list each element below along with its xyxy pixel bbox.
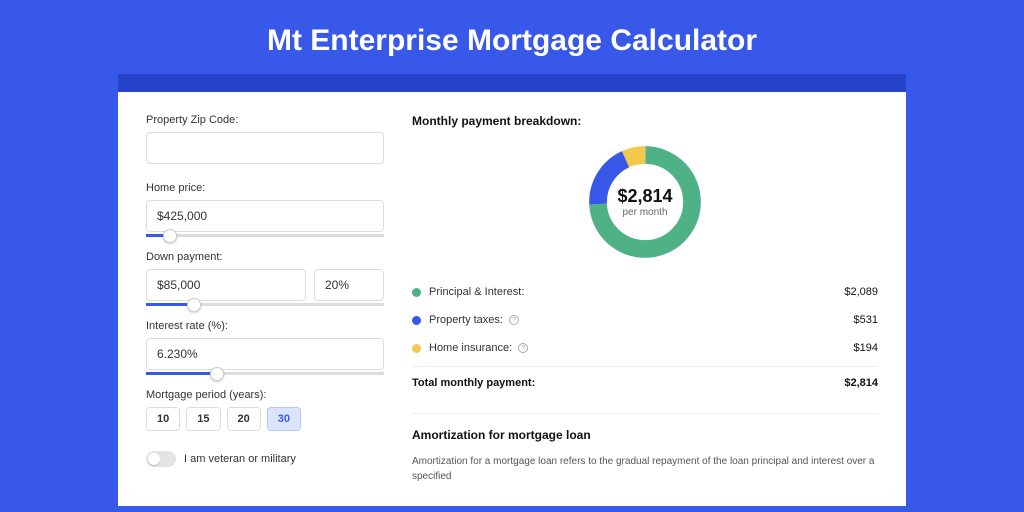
info-icon[interactable]: ? — [518, 343, 528, 353]
legend-dot-taxes — [412, 316, 421, 325]
breakdown-label-text: Property taxes: — [429, 314, 503, 326]
home-price-group: Home price: — [146, 182, 384, 237]
breakdown-label: Property taxes: ? — [429, 314, 854, 326]
breakdown-value: $531 — [854, 314, 878, 326]
down-payment-amount-input[interactable] — [146, 269, 306, 301]
form-column: Property Zip Code: Home price: Down paym… — [146, 114, 384, 484]
down-payment-group: Down payment: — [146, 251, 384, 306]
amortization-text: Amortization for a mortgage loan refers … — [412, 454, 878, 484]
veteran-toggle-row: I am veteran or military — [146, 451, 384, 467]
period-option-10[interactable]: 10 — [146, 407, 180, 431]
interest-rate-group: Interest rate (%): — [146, 320, 384, 375]
down-payment-slider[interactable] — [146, 303, 384, 306]
slider-thumb[interactable] — [210, 367, 224, 381]
breakdown-row-principal: Principal & Interest: $2,089 — [412, 278, 878, 306]
total-value: $2,814 — [844, 377, 878, 389]
legend-dot-insurance — [412, 344, 421, 353]
period-group: Mortgage period (years): 10 15 20 30 — [146, 389, 384, 431]
breakdown-value: $2,089 — [844, 286, 878, 298]
veteran-label: I am veteran or military — [184, 453, 296, 465]
down-payment-percent-input[interactable] — [314, 269, 384, 301]
slider-thumb[interactable] — [187, 298, 201, 312]
donut-chart: $2,814 per month — [412, 140, 878, 264]
amortization-section: Amortization for mortgage loan Amortizat… — [412, 413, 878, 484]
amortization-heading: Amortization for mortgage loan — [412, 428, 878, 442]
zip-label: Property Zip Code: — [146, 114, 384, 126]
breakdown-heading: Monthly payment breakdown: — [412, 114, 878, 128]
breakdown-label-text: Home insurance: — [429, 342, 512, 354]
breakdown-column: Monthly payment breakdown: $2,814 per mo… — [412, 114, 878, 484]
period-option-20[interactable]: 20 — [227, 407, 261, 431]
zip-group: Property Zip Code: — [146, 114, 384, 164]
breakdown-row-insurance: Home insurance: ? $194 — [412, 334, 878, 362]
period-option-30[interactable]: 30 — [267, 407, 301, 431]
home-price-input[interactable] — [146, 200, 384, 232]
home-price-slider[interactable] — [146, 234, 384, 237]
veteran-toggle[interactable] — [146, 451, 176, 467]
slider-thumb[interactable] — [163, 229, 177, 243]
period-label: Mortgage period (years): — [146, 389, 384, 401]
breakdown-label: Home insurance: ? — [429, 342, 854, 354]
legend-dot-principal — [412, 288, 421, 297]
down-payment-label: Down payment: — [146, 251, 384, 263]
zip-input[interactable] — [146, 132, 384, 164]
page-title: Mt Enterprise Mortgage Calculator — [0, 0, 1024, 74]
interest-rate-label: Interest rate (%): — [146, 320, 384, 332]
interest-rate-input[interactable] — [146, 338, 384, 370]
donut-center: $2,814 per month — [617, 186, 672, 218]
home-price-label: Home price: — [146, 182, 384, 194]
interest-rate-slider[interactable] — [146, 372, 384, 375]
info-icon[interactable]: ? — [509, 315, 519, 325]
donut-total: $2,814 — [617, 186, 672, 207]
breakdown-label: Principal & Interest: — [429, 286, 844, 298]
donut-sublabel: per month — [617, 207, 672, 218]
calculator-card: Property Zip Code: Home price: Down paym… — [118, 92, 906, 506]
header-accent-bar — [118, 74, 906, 92]
period-buttons: 10 15 20 30 — [146, 407, 384, 431]
total-label: Total monthly payment: — [412, 377, 844, 389]
toggle-knob — [148, 453, 160, 465]
breakdown-total-row: Total monthly payment: $2,814 — [412, 366, 878, 399]
breakdown-value: $194 — [854, 342, 878, 354]
breakdown-row-taxes: Property taxes: ? $531 — [412, 306, 878, 334]
period-option-15[interactable]: 15 — [186, 407, 220, 431]
